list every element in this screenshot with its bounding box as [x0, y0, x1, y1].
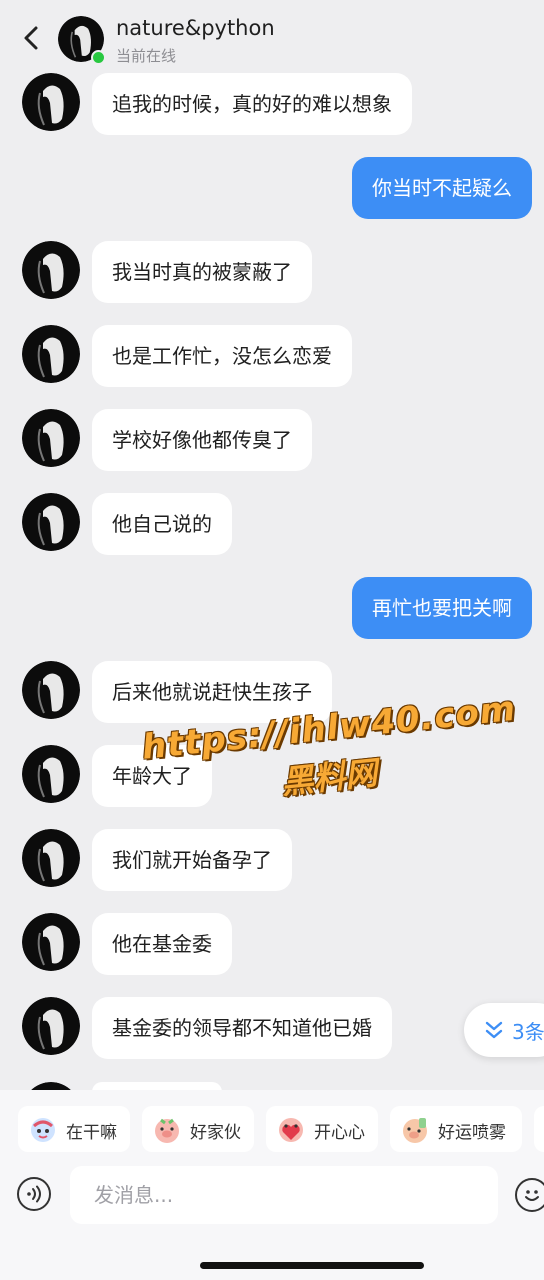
sender-avatar[interactable] — [22, 661, 80, 719]
sender-avatar[interactable] — [22, 73, 80, 131]
pig-heart-sticker-icon — [279, 1118, 303, 1142]
incoming-message[interactable]: 他自己说的 — [92, 493, 232, 555]
quick-reply-label: 开心心 — [314, 1123, 365, 1143]
sender-avatar[interactable] — [22, 997, 80, 1055]
sender-avatar[interactable] — [22, 241, 80, 299]
incoming-message[interactable]: 学校好像他都传臭了 — [92, 409, 312, 471]
voice-input-button[interactable] — [17, 1177, 51, 1211]
incoming-message[interactable]: 我当时真的被蒙蔽了 — [92, 241, 312, 303]
quick-reply-label: 在干嘛 — [66, 1123, 117, 1143]
unread-count: 3条 — [512, 1020, 544, 1044]
incoming-message[interactable]: 年龄大了 — [92, 745, 212, 807]
unread-messages-button[interactable]: 3条 — [464, 1003, 544, 1057]
home-indicator — [200, 1262, 424, 1269]
voice-wave-icon — [27, 1185, 41, 1203]
quick-reply-button[interactable]: 在干嘛 — [18, 1106, 130, 1152]
incoming-message[interactable]: 他在基金委 — [92, 913, 232, 975]
quick-reply-button-partial[interactable] — [534, 1106, 544, 1152]
double-chevron-down-icon — [485, 1021, 503, 1039]
outgoing-message[interactable]: 再忙也要把关啊 — [352, 577, 532, 639]
chat-header: nature&python 当前在线 — [0, 0, 544, 70]
watermark-site-name: 黑料网 — [279, 753, 379, 802]
quick-reply-label: 好家伙 — [190, 1123, 241, 1143]
incoming-message[interactable]: 后来他就说赶快生孩子 — [92, 661, 332, 723]
quick-reply-label: 好运喷雾 — [438, 1123, 506, 1143]
incoming-message[interactable]: 基金委的领导都不知道他已婚 — [92, 997, 392, 1059]
quick-reply-button[interactable]: 好运喷雾 — [390, 1106, 522, 1152]
incoming-message[interactable]: 我们就开始备孕了 — [92, 829, 292, 891]
smiley-icon — [525, 1190, 539, 1201]
pig-sticker-icon — [155, 1118, 179, 1143]
sender-avatar[interactable] — [22, 325, 80, 383]
quick-reply-button[interactable]: 好家伙 — [142, 1106, 254, 1152]
contact-name[interactable]: nature&python — [116, 16, 275, 40]
online-status-text: 当前在线 — [116, 47, 177, 65]
incoming-message[interactable]: 也是工作忙，没怎么恋爱 — [92, 325, 352, 387]
back-icon[interactable] — [16, 20, 46, 56]
incoming-message[interactable]: 追我的时候，真的好的难以想象 — [92, 73, 412, 135]
sender-avatar[interactable] — [22, 745, 80, 803]
sender-avatar[interactable] — [22, 409, 80, 467]
pig-spray-sticker-icon — [403, 1118, 427, 1143]
message-input[interactable] — [70, 1166, 498, 1224]
sender-avatar[interactable] — [22, 829, 80, 887]
quick-reply-button[interactable]: 开心心 — [266, 1106, 378, 1152]
emoji-button[interactable] — [515, 1178, 544, 1212]
sender-avatar[interactable] — [22, 493, 80, 551]
sender-avatar[interactable] — [22, 913, 80, 971]
wave-sticker-icon — [31, 1118, 55, 1142]
online-status-dot — [91, 50, 106, 65]
outgoing-message[interactable]: 你当时不起疑么 — [352, 157, 532, 219]
